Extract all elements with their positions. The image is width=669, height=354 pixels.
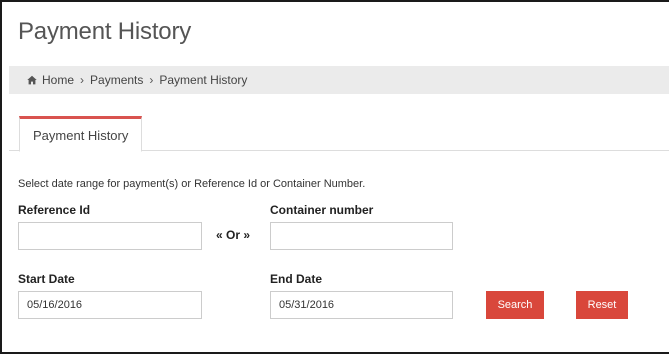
or-separator: « Or » <box>216 228 251 242</box>
page-title: Payment History <box>18 18 192 45</box>
end-date-input[interactable] <box>270 291 453 319</box>
breadcrumb-separator: › <box>149 73 154 87</box>
breadcrumb: Home › Payments › Payment History <box>9 66 669 94</box>
breadcrumb-home-link[interactable]: Home <box>42 73 74 87</box>
breadcrumb-payments-link[interactable]: Payments <box>90 73 143 87</box>
container-number-input[interactable] <box>270 222 453 250</box>
home-icon[interactable] <box>27 75 37 85</box>
reference-id-label: Reference Id <box>18 203 91 217</box>
breadcrumb-current-page: Payment History <box>159 73 248 87</box>
reset-button[interactable]: Reset <box>576 291 628 319</box>
search-button[interactable]: Search <box>486 291 544 319</box>
end-date-label: End Date <box>270 272 323 286</box>
breadcrumb-separator: › <box>80 73 85 87</box>
start-date-input[interactable] <box>18 291 202 319</box>
form-instructions: Select date range for payment(s) or Refe… <box>18 178 366 190</box>
reference-id-input[interactable] <box>18 222 202 250</box>
start-date-label: Start Date <box>18 272 75 286</box>
tab-bar: Payment History <box>9 116 669 152</box>
tab-payment-history[interactable]: Payment History <box>19 116 143 152</box>
container-number-label: Container number <box>270 203 374 217</box>
